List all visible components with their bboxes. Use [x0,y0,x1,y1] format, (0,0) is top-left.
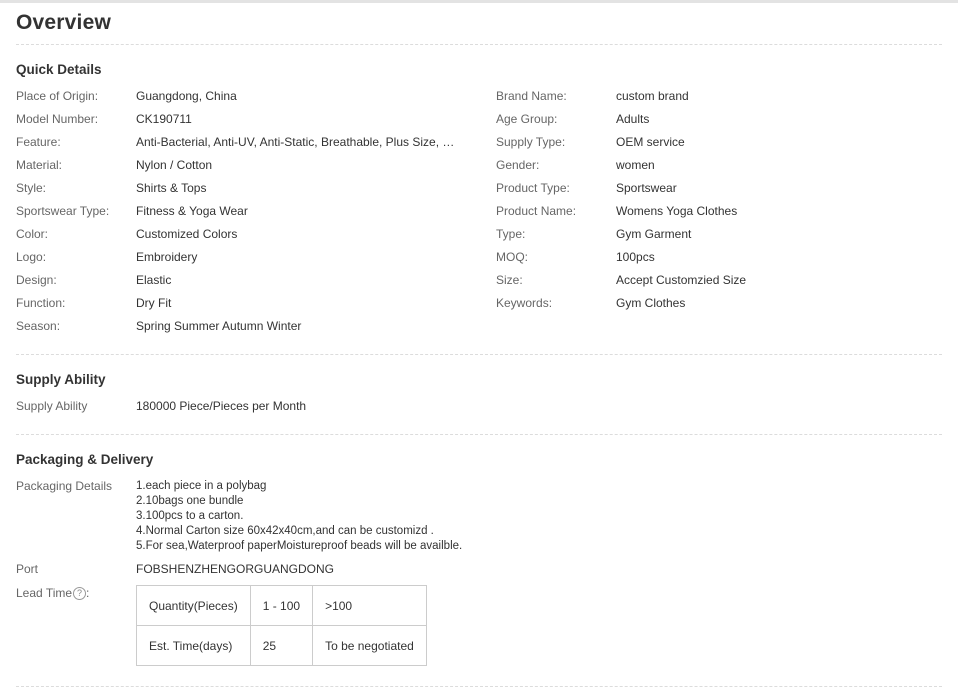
detail-label: Gender: [496,158,540,172]
detail-value: Spring Summer Autumn Winter [136,319,302,333]
divider [16,44,942,45]
detail-row: Season: Spring Summer Autumn Winter [16,318,476,334]
packaging-line: 1.each piece in a polybag [136,480,267,492]
detail-value: Dry Fit [136,296,172,310]
packaging-details-label: Packaging Details [16,479,113,493]
detail-label: Design: [16,273,57,287]
table-cell: Quantity(Pieces) [136,585,251,626]
detail-label: Age Group: [496,112,558,126]
detail-row: Model Number: CK190711 [16,111,476,127]
lead-time-table: Quantity(Pieces) 1 - 100 >100 Est. Time(… [136,585,428,666]
detail-row: Design: Elastic [16,272,476,288]
detail-row: Material: Nylon / Cotton [16,157,476,173]
packaging-delivery-heading: Packaging & Delivery [16,452,154,467]
detail-value: Anti-Bacterial, Anti-UV, Anti-Static, Br… [136,135,456,149]
table-row: Quantity(Pieces) 1 - 100 >100 [136,585,428,626]
detail-label: Function: [16,296,66,310]
detail-label: Sportswear Type: [16,204,110,218]
detail-row: Feature: Anti-Bacterial, Anti-UV, Anti-St… [16,134,476,150]
detail-value: Gym Garment [616,227,692,241]
supply-ability-value: 180000 Piece/Pieces per Month [136,399,307,413]
divider [16,354,942,355]
quick-details-heading: Quick Details [16,62,102,77]
detail-value: Gym Clothes [616,296,686,310]
detail-row: Type: Gym Garment [496,226,942,242]
detail-row: Supply Type: OEM service [496,134,942,150]
detail-value: Sportswear [616,181,677,195]
detail-label: MOQ: [496,250,528,264]
detail-row: Function: Dry Fit [16,295,476,311]
detail-value: women [616,158,655,172]
packaging-line: 4.Normal Carton size 60x42x40cm,and can … [136,525,434,537]
table-cell: To be negotiated [312,625,428,666]
detail-row: Gender: women [496,157,942,173]
detail-label: Product Name: [496,204,577,218]
detail-label: Place of Origin: [16,89,99,103]
detail-label: Type: [496,227,526,241]
detail-value: Shirts & Tops [136,181,207,195]
detail-value: Guangdong, China [136,89,237,103]
detail-label: Material: [16,158,63,172]
packaging-line: 3.100pcs to a carton. [136,510,244,522]
question-circle-icon[interactable]: ? [73,586,87,600]
detail-value: Accept Customzied Size [616,273,747,287]
detail-value: Nylon / Cotton [136,158,213,172]
detail-row: Size: Accept Customzied Size [496,272,942,288]
divider [16,434,942,435]
packaging-line: 2.10bags one bundle [136,495,244,507]
table-cell: Est. Time(days) [136,625,251,666]
page-title: Overview [16,11,111,34]
detail-value: Customized Colors [136,227,238,241]
table-cell: 25 [249,625,314,666]
detail-label: Color: [16,227,49,241]
detail-row: Place of Origin: Guangdong, China [16,88,476,104]
table-cell: 1 - 100 [249,585,314,626]
lead-time-label-group: Lead Time ? : [16,585,89,601]
detail-row: Sportswear Type: Fitness & Yoga Wear [16,203,476,219]
detail-value: Fitness & Yoga Wear [136,204,248,218]
detail-label: Supply Type: [496,135,566,149]
port-value: FOBSHENZHENGORGUANGDONG [136,562,335,576]
supply-ability-row: Supply Ability 180000 Piece/Pieces per M… [16,398,476,414]
detail-label: Feature: [16,135,61,149]
detail-label: Style: [16,181,47,195]
detail-row: MOQ: 100pcs [496,249,942,265]
supply-ability-heading: Supply Ability [16,372,106,387]
detail-row: Product Type: Sportswear [496,180,942,196]
packaging-details-value: 1.each piece in a polybag 2.10bags one b… [136,479,462,554]
detail-value: Elastic [136,273,172,287]
detail-value: CK190711 [136,112,192,126]
detail-label: Size: [496,273,523,287]
detail-row: Style: Shirts & Tops [16,180,476,196]
detail-value: 100pcs [616,250,655,264]
detail-value: Womens Yoga Clothes [616,204,738,218]
detail-row: Color: Customized Colors [16,226,476,242]
detail-row: Keywords: Gym Clothes [496,295,942,311]
packaging-line: 5.For sea,Waterproof paperMoistureproof … [136,540,463,552]
port-label: Port [16,562,39,576]
detail-label: Keywords: [496,296,553,310]
detail-value: Adults [616,112,650,126]
top-border [0,0,958,3]
detail-row: Logo: Embroidery [16,249,476,265]
detail-label: Product Type: [496,181,570,195]
detail-value: OEM service [616,135,685,149]
detail-label: Season: [16,319,61,333]
detail-label: Logo: [16,250,47,264]
table-row: Est. Time(days) 25 To be negotiated [136,625,428,666]
detail-label: Brand Name: [496,89,567,103]
detail-value: Embroidery [136,250,198,264]
detail-row: Age Group: Adults [496,111,942,127]
detail-label: Model Number: [16,112,99,126]
detail-row: Product Name: Womens Yoga Clothes [496,203,942,219]
port-row: Port FOBSHENZHENGORGUANGDONG [16,561,476,577]
supply-ability-label: Supply Ability [16,399,88,413]
table-cell: >100 [312,585,428,626]
lead-time-colon: : [86,586,90,600]
detail-row: Brand Name: custom brand [496,88,942,104]
lead-time-label: Lead Time [16,586,73,600]
detail-value: custom brand [616,89,689,103]
